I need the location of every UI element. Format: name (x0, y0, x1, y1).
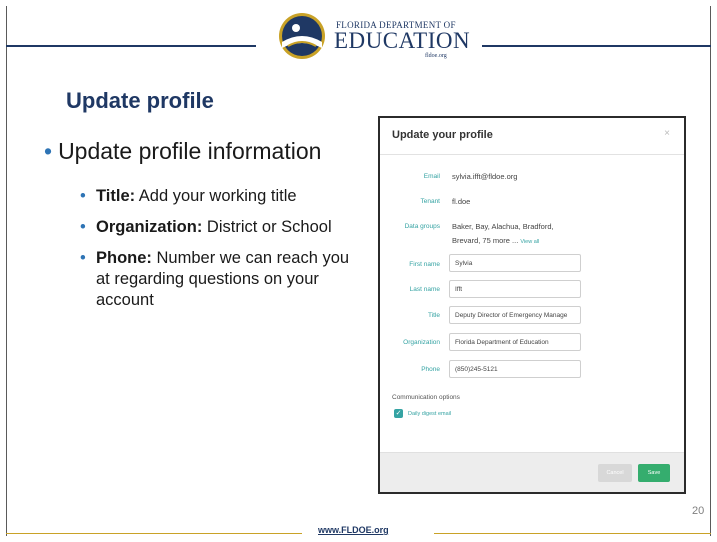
title-label: Title (427, 312, 440, 319)
footer-rule-right (434, 533, 711, 534)
sub-bullet-list: Title: Add your working title Organizati… (80, 186, 366, 321)
communication-options-label: Communication options (392, 394, 460, 401)
dialog-footer: Cancel Save (380, 452, 684, 492)
sub-bullet-organization: Organization: District or School (80, 217, 366, 238)
main-bullet: • Update profile information (44, 138, 321, 165)
header-rule-right (482, 45, 711, 47)
datagroups-label: Data groups (404, 223, 440, 230)
phone-field[interactable]: (850)245-5121 (449, 360, 581, 378)
cancel-button[interactable]: Cancel (598, 464, 632, 482)
main-bullet-text: Update profile information (58, 138, 322, 164)
fldoe-logo: Florida Department of EDUCATION fldoe.or… (272, 10, 471, 64)
email-label: Email (423, 173, 440, 180)
datagroups-line2-text: Brevard, 75 more ... (452, 236, 519, 245)
datagroups-line2: Brevard, 75 more ... View all (452, 236, 539, 245)
dialog-header: Update your profile × (380, 118, 684, 154)
logo-url-text: fldoe.org (425, 53, 447, 59)
sub-bullet-label: Organization: (96, 218, 203, 236)
dialog-title: Update your profile (392, 129, 493, 141)
first-name-field[interactable]: Sylvia (449, 254, 581, 272)
close-icon[interactable]: × (664, 128, 670, 139)
organization-field[interactable]: Florida Department of Education (449, 333, 581, 351)
sub-bullet-text: District or School (202, 218, 332, 236)
update-profile-dialog: Update your profile × Email sylvia.ifft@… (378, 116, 686, 494)
view-all-link[interactable]: View all (520, 239, 539, 245)
bullet-dot-icon: • (44, 138, 53, 164)
page-number: 20 (692, 505, 705, 517)
slide-title: Update profile (66, 88, 214, 113)
tenant-label: Tenant (420, 198, 440, 205)
first-name-label: First name (409, 261, 440, 268)
last-name-field[interactable]: Ifft (449, 280, 581, 298)
daily-digest-label: Daily digest email (408, 411, 452, 417)
florida-seal-icon (279, 13, 325, 59)
save-button[interactable]: Save (638, 464, 670, 482)
phone-label: Phone (421, 366, 440, 373)
check-icon: ✓ (395, 410, 402, 417)
sub-bullet-label: Title: (96, 187, 136, 205)
footer-rule-left (6, 533, 302, 534)
dialog-divider (380, 154, 684, 155)
logo-big-text: EDUCATION (334, 28, 471, 53)
header-rule-left (6, 45, 256, 47)
fldoe-website-link[interactable]: www.FLDOE.org (318, 525, 389, 535)
last-name-label: Last name (409, 286, 440, 293)
sub-bullet-text: Add your working title (135, 187, 297, 205)
sub-bullet-phone: Phone: Number we can reach you at regard… (80, 248, 366, 311)
sub-bullet-title: Title: Add your working title (80, 186, 366, 207)
sub-bullet-label: Phone: (96, 249, 152, 267)
tenant-value: fl.doe (452, 197, 471, 206)
title-field[interactable]: Deputy Director of Emergency Manage (449, 306, 581, 324)
organization-label: Organization (403, 339, 440, 346)
email-value: sylvia.ifft@fldoe.org (452, 172, 518, 181)
daily-digest-checkbox[interactable]: ✓ (394, 409, 403, 418)
datagroups-line1: Baker, Bay, Alachua, Bradford, (452, 222, 554, 231)
